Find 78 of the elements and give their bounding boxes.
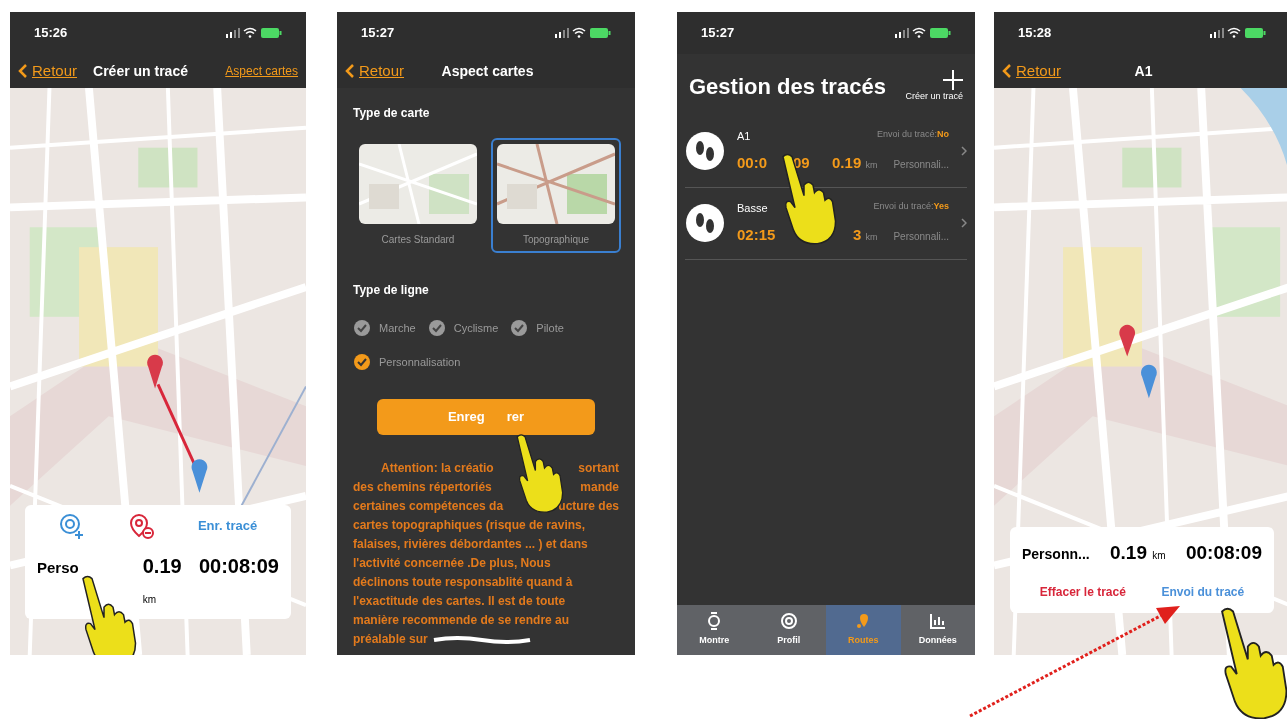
screen-title: Créer un tracé xyxy=(93,61,188,81)
back-button[interactable]: Retour xyxy=(1002,59,1062,83)
check-circle[interactable] xyxy=(353,353,371,371)
status-icons xyxy=(555,27,611,39)
line-type-label: Marche xyxy=(379,320,416,336)
warning-text: Attention: la créatio xyxy=(380,460,494,477)
route-distance: 0.19 km xyxy=(1110,540,1166,565)
check-circle[interactable] xyxy=(427,319,446,337)
route-type: Personnali... xyxy=(893,158,949,172)
warning-text: sortant xyxy=(578,460,619,477)
screen-title: Aspect cartes xyxy=(441,61,535,81)
back-button[interactable]: Retour xyxy=(18,59,78,83)
warning-text: des chemins répertoriés xyxy=(353,479,492,496)
status-icons xyxy=(895,27,951,39)
route-distance: 0.19 km xyxy=(142,554,183,607)
map-type-label: Topographique xyxy=(522,233,590,247)
route-distance: 3 km xyxy=(852,225,878,245)
status-icons xyxy=(1210,27,1266,39)
status-time: 15:27 xyxy=(701,24,735,43)
map-type-option[interactable]: Topographique xyxy=(491,138,621,253)
warning-text: manière recommende de se rendre au xyxy=(353,612,570,629)
warning-text: cartes topographiques (risque de ravins, xyxy=(353,517,586,534)
route-name: Personn... xyxy=(1022,544,1090,564)
chevron-left-icon xyxy=(345,63,355,79)
line-type-label: Pilote xyxy=(536,320,564,336)
add-point-icon[interactable] xyxy=(58,513,85,539)
check-circle[interactable] xyxy=(510,319,529,337)
route-type: Personnali... xyxy=(893,230,949,244)
screen-title: A1 xyxy=(1134,61,1154,81)
line-type-label: Personnalisation xyxy=(379,354,461,370)
chevron-right-icon xyxy=(961,146,967,156)
warning-text: l'activité concernée .De plus, Nous xyxy=(353,555,551,572)
warning-text: ucture des xyxy=(558,498,619,515)
chevron-left-icon xyxy=(18,63,28,79)
map-type-label: Cartes Standard xyxy=(381,233,455,247)
plus-icon xyxy=(943,70,963,90)
tab[interactable]: Montre xyxy=(677,605,752,655)
chevron-left-icon xyxy=(1002,63,1012,79)
warning-text: préalable sur xyxy=(353,631,428,648)
save-route-button[interactable]: Enr. tracé xyxy=(197,516,258,536)
route-duration: 02:15 xyxy=(737,225,776,245)
page-title: Gestion des tracés xyxy=(689,73,886,101)
route-duration: 00:08:09 xyxy=(198,554,279,579)
route-duration: 00:08:09 xyxy=(1185,540,1262,565)
send-route-button[interactable]: Envoi du tracé xyxy=(1161,583,1245,601)
chevron-right-icon xyxy=(961,218,967,228)
check-circle[interactable] xyxy=(353,319,371,337)
status-time: 15:27 xyxy=(361,24,395,43)
send-status: Envoi du tracé:Yes xyxy=(873,199,949,213)
bar-chart-icon xyxy=(928,612,947,631)
back-button[interactable]: Retour xyxy=(345,59,405,83)
warning-text: déclinons toute responsablité quand à xyxy=(353,574,573,591)
warning-text: l'exactitude des cartes. Il est de toute xyxy=(353,593,566,610)
status-time: 15:26 xyxy=(34,24,68,43)
warning-text: certaines compétences da xyxy=(353,498,504,515)
status-icons xyxy=(226,27,282,39)
section-label: Type de ligne xyxy=(353,282,430,299)
tab[interactable]: Données xyxy=(900,605,975,655)
delete-route-button[interactable]: Effacer le tracé xyxy=(1039,583,1126,601)
route-name: Basse xyxy=(737,200,768,216)
warning-text: mande xyxy=(580,479,619,496)
remove-point-icon[interactable] xyxy=(128,513,155,539)
warning-text: falaises, rivières débordantes ... ) et dans xyxy=(353,536,588,553)
route-name: A1 xyxy=(737,128,751,144)
section-label: Type de carte xyxy=(353,105,431,122)
route-duration: 00:0 09 xyxy=(737,153,810,173)
map-style-link[interactable]: Aspect cartes xyxy=(225,62,298,80)
status-time: 15:28 xyxy=(1018,24,1052,43)
footprints-icon xyxy=(685,203,725,243)
footprints-icon xyxy=(685,131,725,171)
route-distance: 0.19 km xyxy=(832,153,878,173)
map-type-option[interactable]: Cartes Standard xyxy=(353,138,483,253)
route-name: Perso xyxy=(37,558,79,578)
tab[interactable]: Profil xyxy=(751,605,826,655)
create-route-button[interactable]: Créer un tracé xyxy=(905,70,963,104)
send-status: Envoi du tracé:No xyxy=(876,127,949,141)
profile-icon xyxy=(779,612,798,631)
line-type-label: Cyclisme xyxy=(453,320,499,336)
